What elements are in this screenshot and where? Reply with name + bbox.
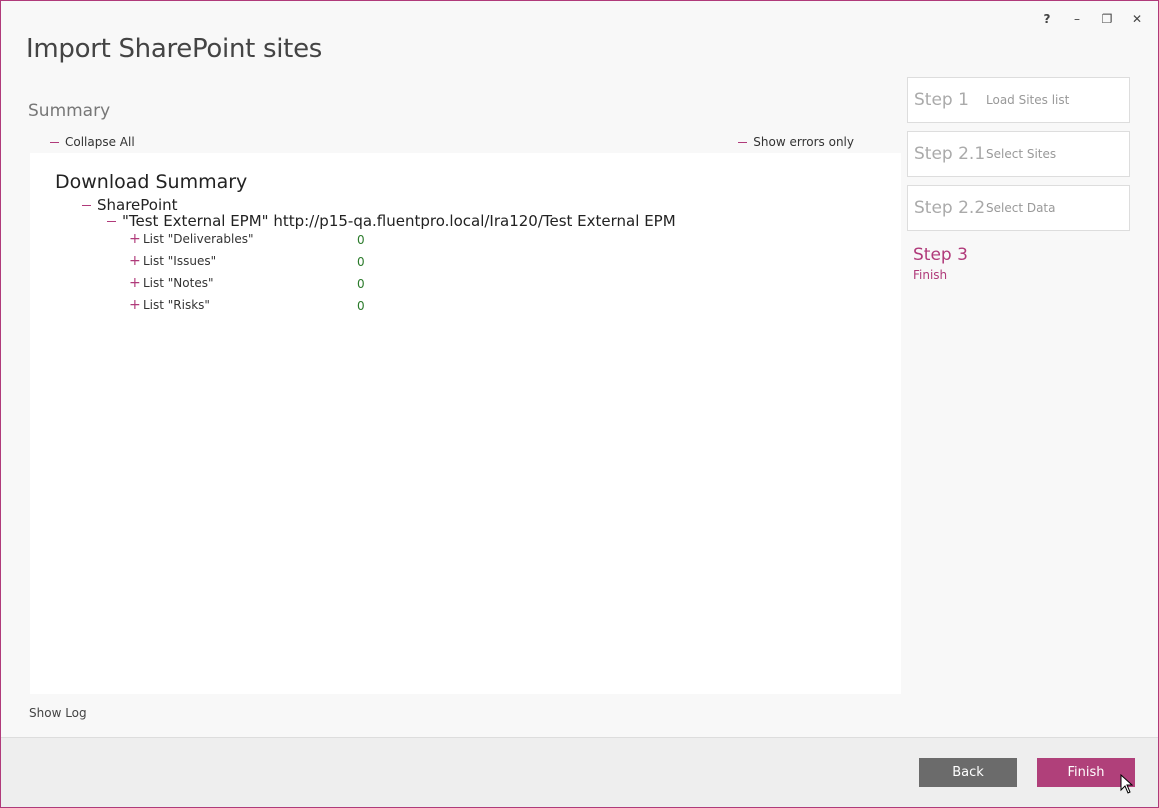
step-load-sites-list: Step 1 Load Sites list [907,77,1130,123]
list-item-count: 0 [357,233,365,247]
list-item-count: 0 [357,277,365,291]
collapse-icon[interactable] [81,200,91,210]
show-errors-only-label: Show errors only [753,135,854,149]
footer-bar: Back Finish [1,737,1158,807]
list-item-label: List "Risks" [143,298,210,312]
list-item-label: List "Notes" [143,276,214,290]
restore-icon[interactable]: ❐ [1100,12,1114,26]
step-select-data: Step 2.2 Select Data [907,185,1130,231]
step-number: Step 2.2 [914,198,986,218]
minus-icon [738,141,748,143]
window-controls: ? – ❐ ✕ [1040,12,1144,26]
close-icon[interactable]: ✕ [1130,12,1144,26]
page-title: Import SharePoint sites [26,34,323,64]
expand-icon[interactable]: + [129,276,141,290]
wizard-steps: Step 1 Load Sites list Step 2.1 Select S… [907,77,1130,293]
step-description: Select Data [986,201,1056,215]
minus-icon [50,141,59,143]
expand-icon[interactable]: + [129,254,141,268]
list-item: + List "Notes" [129,276,214,290]
expand-icon[interactable]: + [129,298,141,312]
list-item: + List "Risks" [129,298,210,312]
minimize-icon[interactable]: – [1070,12,1084,26]
collapse-all-button[interactable]: Collapse All [50,135,135,149]
step-number: Step 2.1 [914,144,986,164]
collapse-icon[interactable] [106,216,116,226]
back-button[interactable]: Back [919,758,1017,787]
summary-tree-panel: Download Summary SharePoint "Test Extern… [30,153,901,694]
list-item-count: 0 [357,255,365,269]
expand-icon[interactable]: + [129,232,141,246]
list-item: + List "Deliverables" [129,232,253,246]
help-icon[interactable]: ? [1040,12,1054,26]
tree-node-site: "Test External EPM" http://p15-qa.fluent… [106,212,676,230]
list-item: + List "Issues" [129,254,216,268]
summary-heading: Summary [28,101,111,121]
step-description: Select Sites [986,147,1057,161]
import-wizard-window: ? – ❐ ✕ Import SharePoint sites Summary … [0,0,1159,808]
download-summary-title: Download Summary [55,171,248,193]
step-finish: Step 3 Finish [907,239,1130,285]
step-description: Load Sites list [986,93,1070,107]
collapse-all-label: Collapse All [65,135,135,149]
step-number: Step 3 [913,245,968,265]
tree-node-label: "Test External EPM" http://p15-qa.fluent… [122,212,676,230]
list-item-label: List "Issues" [143,254,217,268]
step-select-sites: Step 2.1 Select Sites [907,131,1130,177]
show-errors-only-toggle[interactable]: Show errors only [738,135,854,149]
step-description: Finish [913,268,948,282]
list-item-count: 0 [357,299,365,313]
mouse-cursor-icon [1120,774,1134,794]
show-log-link[interactable]: Show Log [29,706,87,720]
list-item-label: List "Deliverables" [143,232,254,246]
step-number: Step 1 [914,90,969,110]
